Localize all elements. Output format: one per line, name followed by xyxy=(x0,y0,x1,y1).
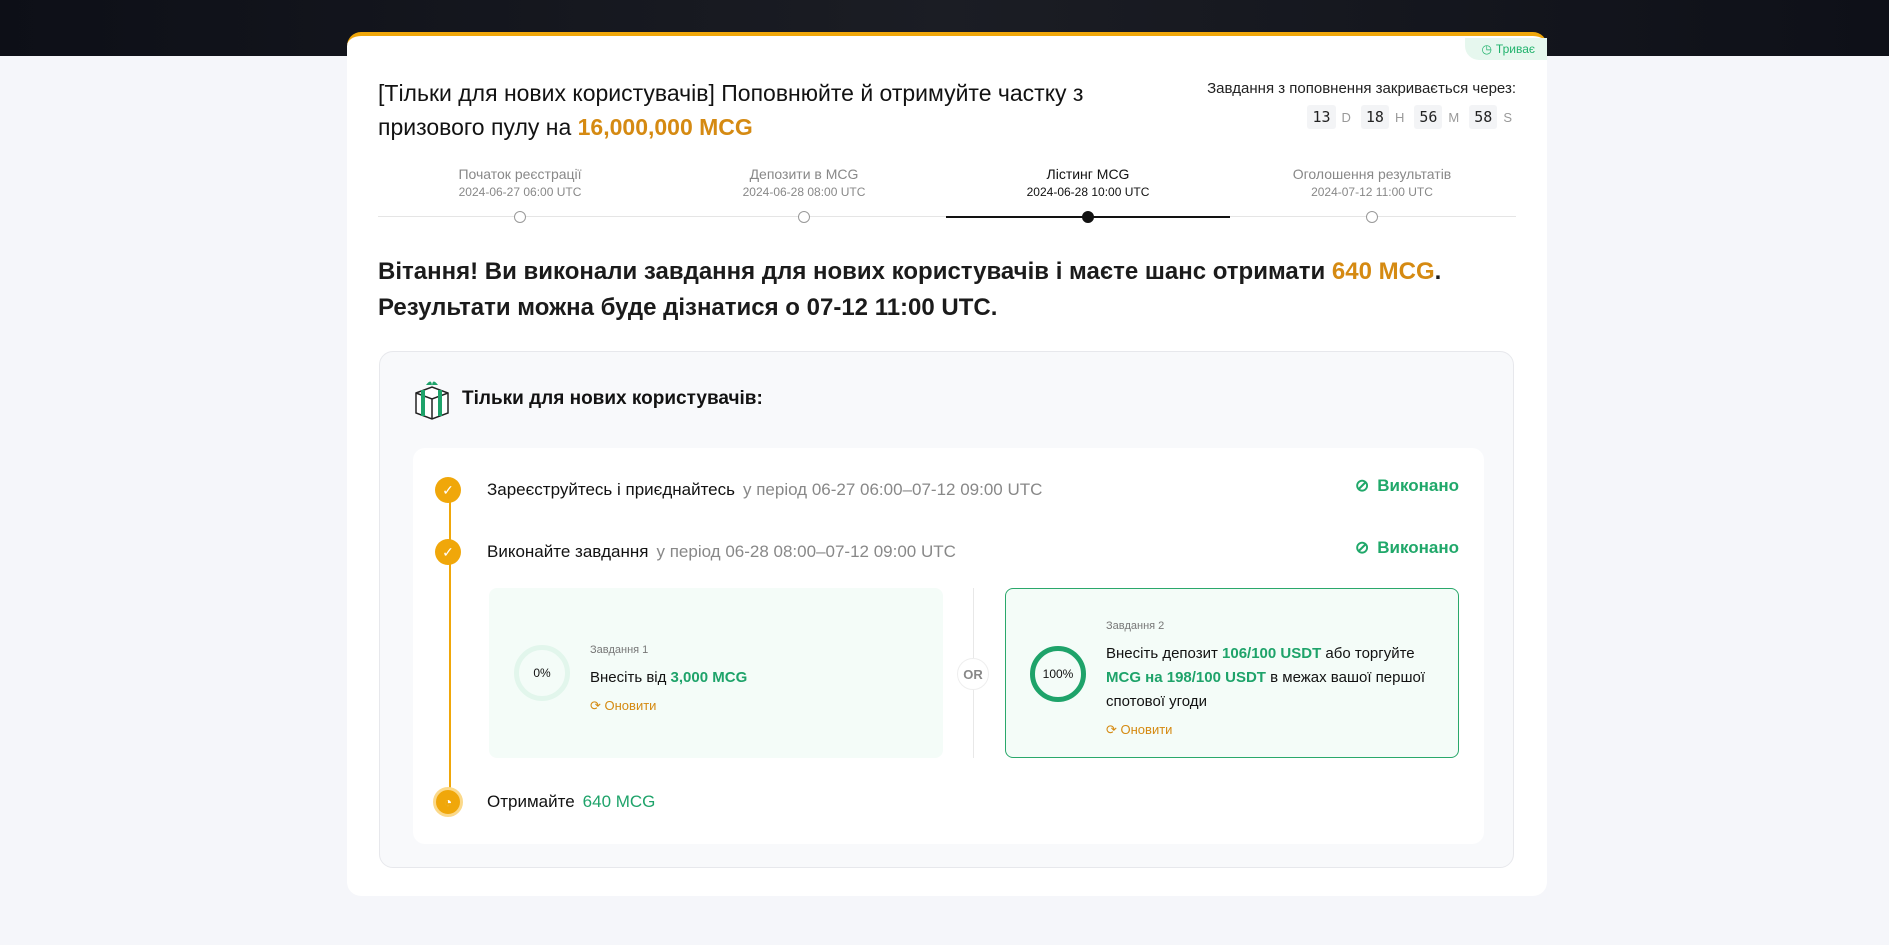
refresh-button[interactable]: ⟳ Оновити xyxy=(590,694,747,718)
clock-icon: ◔ xyxy=(433,787,463,817)
timeline-step: Депозити в MCG 2024-06-28 08:00 UTC xyxy=(662,166,946,223)
progress-ring: 0% xyxy=(514,645,570,701)
gift-icon xyxy=(415,381,449,420)
step-tasks: ✓ Виконайте завдання у період 06-28 08:00–… xyxy=(435,539,956,565)
check-icon: ✓ xyxy=(435,477,461,503)
check-circle-icon: ⊘ xyxy=(1354,476,1370,495)
new-users-section: Тільки для нових користувачів: ✓ Зареєстр… xyxy=(379,351,1514,868)
seconds: 58 xyxy=(1469,105,1498,129)
check-circle-icon: ⊘ xyxy=(1354,538,1370,557)
check-icon: ✓ xyxy=(435,539,461,565)
hours: 18 xyxy=(1360,105,1389,129)
task-1-card: 0% Завдання 1 Внесіть від 3,000 MCG ⟳ Онов… xyxy=(489,588,943,758)
progress-ring: 100% xyxy=(1030,646,1086,702)
refresh-button[interactable]: ⟳ Оновити xyxy=(1106,718,1446,742)
timeline-step-active: Лістинг MCG 2024-06-28 10:00 UTC xyxy=(946,166,1230,223)
or-divider: OR xyxy=(957,658,989,690)
minutes: 56 xyxy=(1414,105,1443,129)
congrats-message: Вітання! Ви виконали завдання для нових … xyxy=(378,258,1442,321)
step-reward: ◔ Отримайте 640 MCG xyxy=(433,787,655,817)
done-status: ⊘ Виконано xyxy=(1354,538,1459,557)
clock-icon: ◷ xyxy=(1481,42,1492,56)
timeline-step: Оголошення результатів 2024-07-12 11:00 U… xyxy=(1230,166,1514,223)
done-status: ⊘ Виконано xyxy=(1354,476,1459,495)
status-badge: ◷ Триває xyxy=(1465,38,1547,60)
task-2-card: 100% Завдання 2 Внесіть депозит 106/100 U… xyxy=(1005,588,1459,758)
page-title: [Тільки для нових користувачів] Поповнюй… xyxy=(378,80,1084,140)
timeline-step: Початок реєстрації 2024-06-27 06:00 UTC xyxy=(378,166,662,223)
campaign-timeline: Початок реєстрації 2024-06-27 06:00 UTC Д… xyxy=(378,166,1516,223)
days: 13 xyxy=(1307,105,1336,129)
step-register: ✓ Зареєструйтесь і приєднайтесь у період 0… xyxy=(435,477,1042,503)
countdown: Завдання з поповнення закривається через… xyxy=(1207,80,1516,129)
campaign-card: ◷ Триває [Тільки для нових користувачів] … xyxy=(347,32,1547,896)
